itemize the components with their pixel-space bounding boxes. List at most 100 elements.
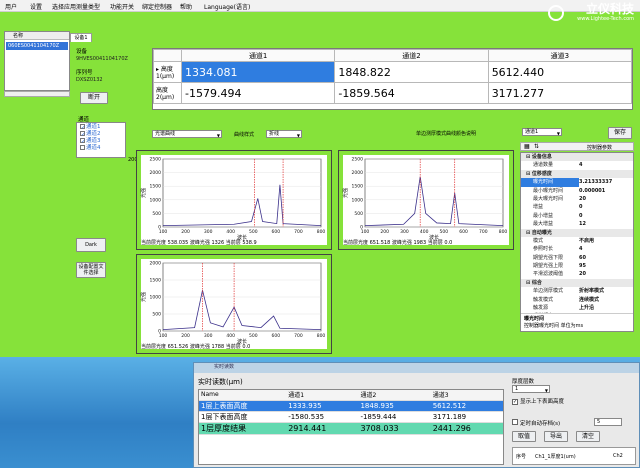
chart-status: 当前层光度 538.035 波峰光强 1326 当前层 538.9: [141, 240, 257, 246]
show-surface-option[interactable]: ✓ 显示上下表面高度: [512, 397, 564, 405]
menu-function[interactable]: 功能开关: [110, 2, 134, 11]
table-row[interactable]: 1层下表面高度 -1580.535 -1859.444 3171.189: [199, 411, 503, 423]
property-category[interactable]: ⊟ 位移感度: [521, 169, 633, 179]
property-key: ⊟ 设备信息: [526, 154, 552, 160]
property-row[interactable]: 最大增益 12: [521, 220, 633, 228]
property-row[interactable]: 通道数量 4: [521, 161, 633, 169]
layer-count-combo[interactable]: 1 ▼: [512, 385, 550, 393]
menu-settings[interactable]: 设置: [30, 2, 42, 11]
export-button[interactable]: 导出: [544, 431, 568, 442]
realtime-table: Name 通道1 通道2 通道3 1层上表面高度 1333.935 1848.9…: [198, 389, 504, 465]
property-row[interactable]: 增益 0: [521, 203, 633, 211]
property-row[interactable]: 最小增益 0: [521, 212, 633, 220]
menu-language[interactable]: Language(语言): [204, 2, 250, 11]
channel-select-combo[interactable]: 通道1 ▼: [522, 128, 562, 136]
property-row[interactable]: 曝光时间 3.21333337: [521, 178, 633, 187]
rt-header: 通道1: [286, 390, 359, 401]
property-value: [579, 279, 633, 287]
clear-button[interactable]: 清空: [576, 431, 600, 442]
property-row[interactable]: 模式 不启用: [521, 237, 633, 245]
channel-checkbox[interactable]: [80, 145, 85, 150]
menu-help[interactable]: 帮助: [180, 2, 192, 11]
curve-style-label: 曲线样式: [234, 132, 255, 138]
x-tick-label: 100: [361, 229, 370, 235]
property-category[interactable]: ⊟ 综合: [521, 278, 633, 288]
x-tick-label: 100: [159, 229, 168, 235]
menu-user[interactable]: 用户: [5, 2, 17, 11]
channel-checkbox[interactable]: ✓: [80, 138, 86, 145]
property-category[interactable]: ⊟ 自动曝光: [521, 228, 633, 237]
rt-value: -1580.535: [286, 411, 359, 423]
config-file-button[interactable]: 设备配置文件选择: [76, 262, 106, 278]
x-tick-label: 600: [272, 229, 281, 235]
sort-category-icon[interactable]: ▦: [524, 143, 530, 150]
property-row[interactable]: 触发模式 连续模式: [521, 296, 633, 304]
plot-area: [364, 158, 504, 228]
property-key: ⊟ 自动曝光: [526, 229, 552, 236]
property-key: 参照时长: [533, 246, 554, 253]
log-header: Ch2: [613, 453, 623, 459]
grid-cell[interactable]: -1579.494: [180, 82, 336, 104]
property-row[interactable]: 最小曝光时间 0.000001: [521, 187, 633, 195]
property-key: 平滑滤波阈值: [533, 271, 564, 278]
table-row[interactable]: 1层厚度结果 2914.441 3708.033 2441.296: [199, 422, 503, 435]
property-key: 触发模式: [533, 296, 554, 303]
property-row[interactable]: 平滑滤波阈值 20: [521, 270, 633, 278]
timer-input[interactable]: 5: [594, 418, 622, 426]
timer-checkbox[interactable]: [512, 419, 518, 425]
channel-item-2[interactable]: ✓通道2: [80, 131, 122, 138]
property-key: 通道数量: [533, 162, 554, 169]
x-tick-label: 800: [317, 333, 326, 339]
realtime-window: 实时读数 实时读数(μm) Name 通道1 通道2 通道3 1层上表面高度 1…: [193, 362, 640, 468]
property-row[interactable]: 期望光强下限 60: [521, 254, 633, 262]
grid-header: 通道1: [180, 49, 336, 62]
grid-cell[interactable]: 3171.277: [487, 82, 633, 104]
grid-cell[interactable]: 5612.440: [487, 61, 633, 83]
take-value-button[interactable]: 取值: [512, 431, 536, 442]
menu-measure-type[interactable]: 选择应用测量类型: [52, 2, 100, 11]
disconnect-button[interactable]: 断开: [80, 92, 108, 104]
table-row[interactable]: 1层上表面高度 1333.935 1848.935 5612.512: [199, 400, 503, 412]
grid-cell[interactable]: 1334.081: [180, 61, 336, 83]
property-value: [579, 153, 633, 161]
property-row[interactable]: 单边测厚模式 折射率模式: [521, 287, 633, 295]
layer-count-label: 厚度层数: [512, 379, 535, 385]
y-tick-label: 500: [152, 312, 161, 318]
property-row[interactable]: 触发源 上升沿: [521, 304, 633, 312]
channel-item-3[interactable]: ✓通道3: [80, 138, 122, 145]
menu-bind-controller[interactable]: 绑定控制器: [142, 2, 172, 11]
property-key: 曝光时间: [521, 178, 579, 187]
curve-style-combo[interactable]: 折线 ▼: [266, 130, 302, 138]
property-row[interactable]: 期望光强上限 95: [521, 262, 633, 270]
timer-option[interactable]: 定时自动存档(s): [512, 419, 560, 427]
y-tick-label: 2500: [352, 157, 364, 163]
property-value: 0.000001: [579, 187, 606, 194]
channel-checkbox[interactable]: ✓: [80, 131, 86, 138]
channel-checkbox[interactable]: ✓: [80, 124, 86, 131]
log-header: 序号: [516, 454, 527, 460]
show-surface-checkbox[interactable]: ✓: [512, 399, 518, 405]
channel-item-1[interactable]: ✓通道1: [80, 124, 122, 131]
property-description: 曝光时间 控制器曝光时间 单位为ms: [521, 313, 633, 331]
property-key: ⊟ 综合: [526, 279, 542, 286]
property-value: 4: [579, 162, 583, 169]
rt-header: 通道2: [358, 390, 431, 401]
x-tick-label: 500: [249, 333, 258, 339]
property-row[interactable]: 最大曝光时间 20: [521, 195, 633, 203]
property-key: 期望光强下限: [533, 254, 564, 261]
device-list-item[interactable]: 060ES0041104170Z: [6, 42, 68, 50]
property-key: 模式: [533, 237, 544, 244]
grid-cell[interactable]: -1859.564: [334, 82, 489, 104]
grid-cell[interactable]: 1848.822: [334, 61, 489, 83]
save-button[interactable]: 保存: [608, 127, 632, 139]
spectrum-combo[interactable]: 光谱曲线 ▼: [152, 130, 222, 138]
property-row[interactable]: 参照时长 4: [521, 245, 633, 253]
channel-item-4[interactable]: 通道4: [80, 145, 122, 152]
property-category[interactable]: ⊟ 设备信息: [521, 153, 633, 162]
device-list-scrollbar[interactable]: [4, 91, 70, 97]
rt-value: 2441.296: [430, 422, 503, 435]
sort-alpha-icon[interactable]: ⇅: [534, 143, 539, 150]
tab-device-1[interactable]: 设备1: [70, 33, 92, 42]
x-tick-label: 100: [159, 333, 168, 339]
dark-button[interactable]: Dark: [76, 238, 106, 252]
